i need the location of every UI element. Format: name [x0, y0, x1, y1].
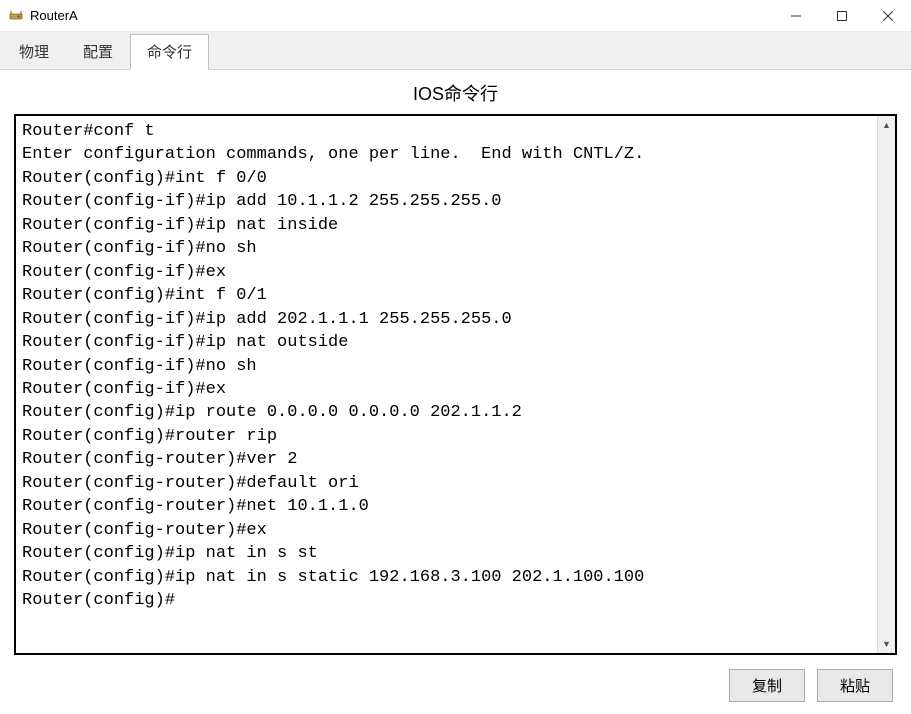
terminal-output[interactable]: Router#conf t Enter configuration comman…: [16, 116, 877, 653]
content-area: IOS命令行 Router#conf t Enter configuration…: [0, 70, 911, 714]
tab-physical[interactable]: 物理: [2, 34, 66, 69]
scroll-down-arrow[interactable]: ▼: [878, 635, 895, 653]
button-row: 复制 粘贴: [14, 669, 897, 702]
cli-heading: IOS命令行: [14, 80, 897, 106]
scroll-up-arrow[interactable]: ▲: [878, 116, 895, 134]
terminal-wrapper: Router#conf t Enter configuration comman…: [14, 114, 897, 655]
paste-button[interactable]: 粘贴: [817, 669, 893, 702]
tab-bar: 物理 配置 命令行: [0, 32, 911, 70]
window-controls: [773, 0, 911, 31]
copy-button[interactable]: 复制: [729, 669, 805, 702]
minimize-button[interactable]: [773, 0, 819, 32]
close-button[interactable]: [865, 0, 911, 32]
window-title: RouterA: [30, 8, 773, 23]
app-icon: [8, 8, 24, 24]
maximize-button[interactable]: [819, 0, 865, 32]
title-bar: RouterA: [0, 0, 911, 32]
tab-cli[interactable]: 命令行: [130, 34, 209, 70]
tab-config[interactable]: 配置: [66, 34, 130, 69]
scrollbar[interactable]: ▲ ▼: [877, 116, 895, 653]
